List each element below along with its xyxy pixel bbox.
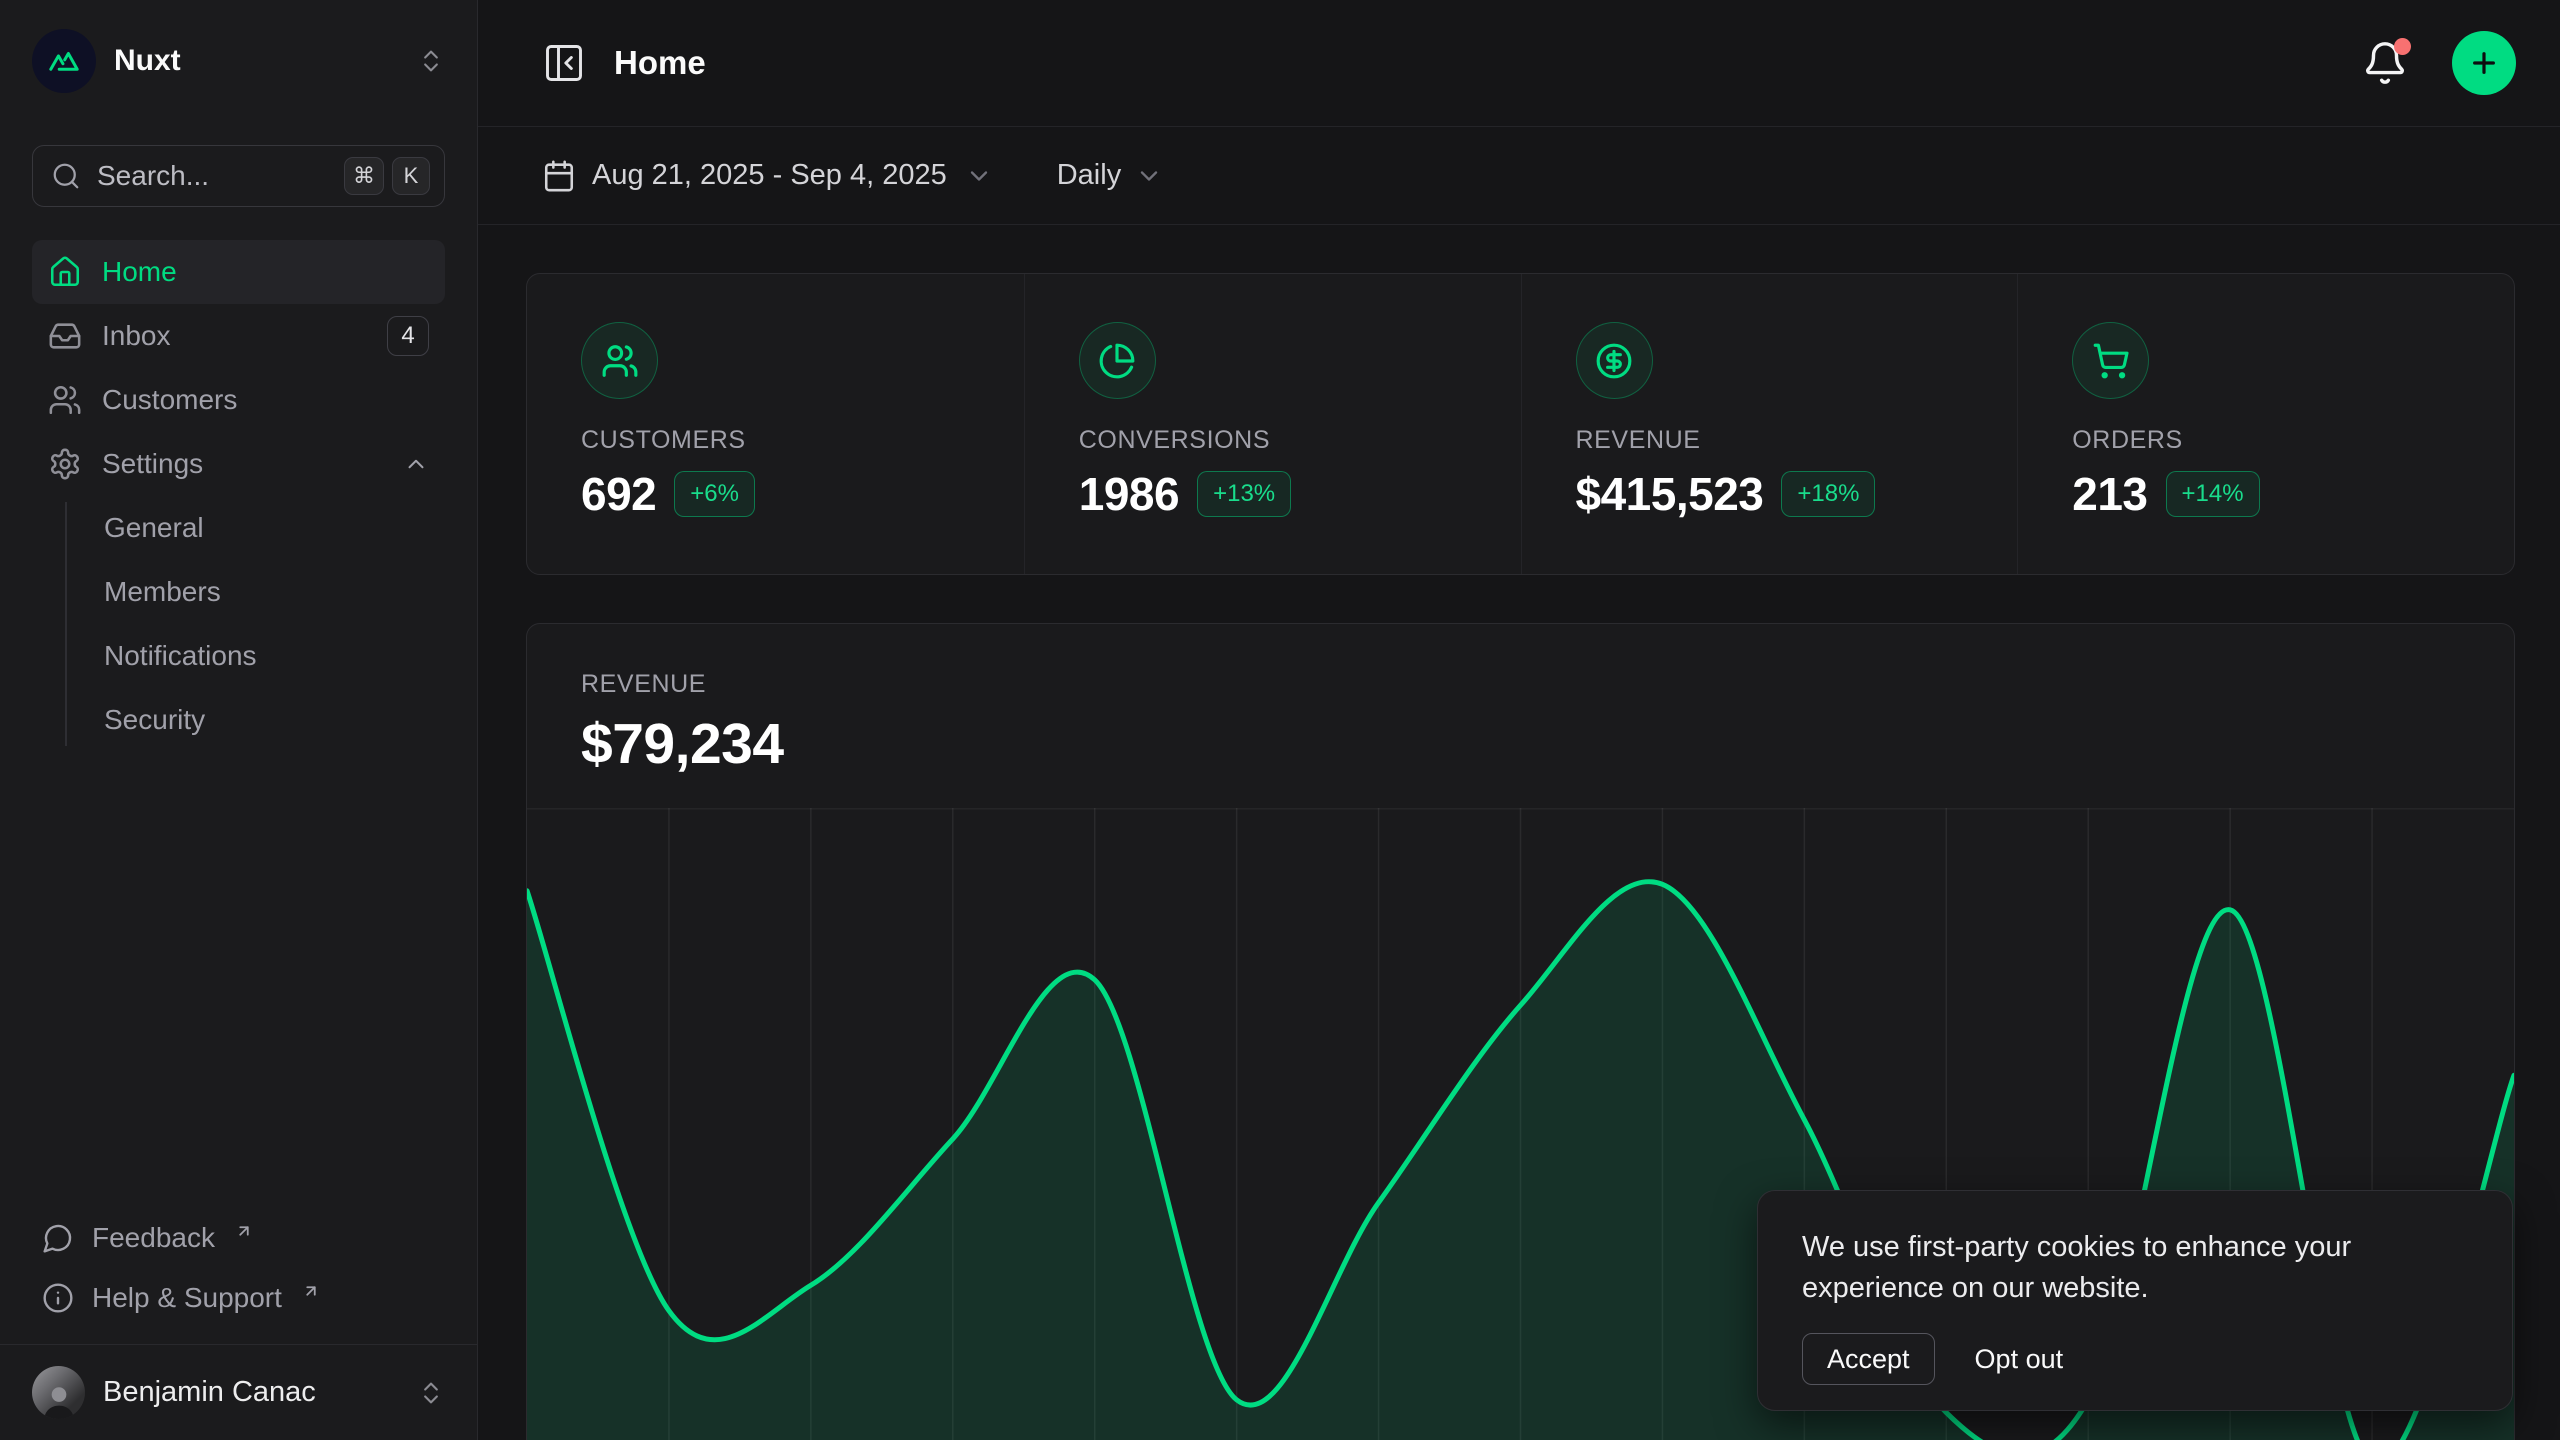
message-bubble-icon (42, 1222, 74, 1254)
stat-orders[interactable]: ORDERS 213 +14% (2017, 274, 2514, 574)
external-link-icon (235, 1222, 253, 1240)
sidebar-item-general[interactable]: General (32, 496, 445, 560)
foot-item-label: Feedback (92, 1222, 215, 1254)
stat-value: 213 (2072, 467, 2147, 521)
nuxt-logo (32, 29, 96, 93)
inbox-count-badge: 4 (387, 316, 429, 356)
cookie-banner: We use first-party cookies to enhance yo… (1757, 1190, 2513, 1411)
inbox-icon (48, 319, 82, 353)
stat-label: ORDERS (2072, 426, 2514, 455)
sidebar-item-members[interactable]: Members (32, 560, 445, 624)
pie-chart-icon (1079, 322, 1156, 399)
sidebar: Nuxt Search... ⌘ K (0, 0, 478, 1440)
sidebar-item-settings[interactable]: Settings (32, 432, 445, 496)
top-bar: Home (478, 0, 2560, 127)
stat-delta-badge: +13% (1197, 471, 1291, 517)
filter-bar: Aug 21, 2025 - Sep 4, 2025 Daily (478, 127, 2560, 225)
info-circle-icon (42, 1282, 74, 1314)
sidebar-footer: Feedback Help & Support Benjamin (32, 1208, 445, 1440)
home-icon (48, 255, 82, 289)
stat-delta-badge: +18% (1781, 471, 1875, 517)
granularity-select[interactable]: Daily (1057, 159, 1163, 192)
stat-delta-badge: +6% (674, 471, 755, 517)
stat-conversions[interactable]: CONVERSIONS 1986 +13% (1024, 274, 1521, 574)
accept-button[interactable]: Accept (1802, 1333, 1935, 1385)
sidebar-nav: Home Inbox 4 C (32, 240, 445, 752)
revenue-total: $79,234 (581, 711, 2514, 777)
sidebar-collapse-button[interactable] (542, 41, 586, 85)
stats-card: CUSTOMERS 692 +6% CONVERSIONS 1986 (526, 273, 2515, 575)
add-button[interactable] (2452, 31, 2516, 95)
sidebar-item-home[interactable]: Home (32, 240, 445, 304)
stat-customers[interactable]: CUSTOMERS 692 +6% (527, 274, 1024, 574)
stat-label: CUSTOMERS (581, 426, 1024, 455)
search-placeholder: Search... (97, 160, 328, 192)
user-menu[interactable]: Benjamin Canac (32, 1345, 445, 1440)
external-link-icon (302, 1282, 320, 1300)
chevron-down-icon (965, 162, 993, 190)
submenu-guide-line (65, 502, 67, 746)
stat-label: REVENUE (1576, 426, 2018, 455)
dollar-circle-icon (1576, 322, 1653, 399)
page-title: Home (614, 44, 706, 82)
stat-value: $415,523 (1576, 467, 1764, 521)
foot-item-label: Help & Support (92, 1282, 282, 1314)
sub-item-label: Notifications (104, 640, 257, 672)
workspace-name: Nuxt (114, 44, 399, 78)
sidebar-item-security[interactable]: Security (32, 688, 445, 752)
chevron-up-icon (403, 451, 429, 477)
calendar-icon (542, 159, 576, 193)
kbd-k: K (392, 157, 430, 195)
sidebar-item-label: Settings (102, 448, 383, 480)
stat-value: 1986 (1079, 467, 1179, 521)
chevrons-up-down-icon (417, 1379, 445, 1407)
granularity-value: Daily (1057, 159, 1121, 192)
sub-item-label: Members (104, 576, 221, 608)
sub-item-label: Security (104, 704, 205, 736)
sidebar-item-feedback[interactable]: Feedback (32, 1208, 445, 1268)
sub-item-label: General (104, 512, 204, 544)
sidebar-item-customers[interactable]: Customers (32, 368, 445, 432)
stat-delta-badge: +14% (2166, 471, 2260, 517)
notifications-button[interactable] (2362, 37, 2414, 89)
notification-dot (2394, 38, 2411, 55)
stat-value: 692 (581, 467, 656, 521)
users-icon (581, 322, 658, 399)
kbd-meta: ⌘ (344, 157, 384, 195)
cookie-message: We use first-party cookies to enhance yo… (1802, 1227, 2402, 1309)
gear-icon (48, 447, 82, 481)
chevrons-up-down-icon (417, 47, 445, 75)
stat-label: CONVERSIONS (1079, 426, 1521, 455)
cart-icon (2072, 322, 2149, 399)
avatar (32, 1366, 85, 1419)
revenue-label: REVENUE (581, 670, 2514, 699)
user-name: Benjamin Canac (103, 1376, 399, 1409)
sidebar-item-label: Customers (102, 384, 429, 416)
users-icon (48, 383, 82, 417)
stat-revenue[interactable]: REVENUE $415,523 +18% (1521, 274, 2018, 574)
sidebar-item-inbox[interactable]: Inbox 4 (32, 304, 445, 368)
sidebar-item-help-support[interactable]: Help & Support (32, 1268, 445, 1328)
sidebar-item-label: Home (102, 256, 429, 288)
opt-out-button[interactable]: Opt out (1975, 1344, 2064, 1375)
settings-submenu: General Members Notifications Security (32, 496, 445, 752)
sidebar-item-label: Inbox (102, 320, 367, 352)
workspace-switcher[interactable]: Nuxt (32, 24, 445, 98)
search-input[interactable]: Search... ⌘ K (32, 145, 445, 207)
date-range-value: Aug 21, 2025 - Sep 4, 2025 (592, 159, 947, 192)
chevron-down-icon (1135, 162, 1163, 190)
search-icon (51, 161, 81, 191)
date-range-picker[interactable]: Aug 21, 2025 - Sep 4, 2025 (542, 159, 993, 193)
sidebar-item-notifications[interactable]: Notifications (32, 624, 445, 688)
search-shortcut: ⌘ K (344, 157, 430, 195)
